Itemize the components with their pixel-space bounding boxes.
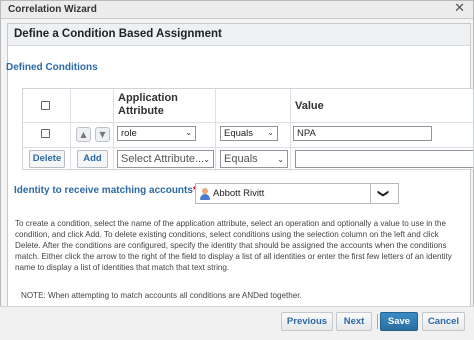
window-titlebar: Correlation Wizard ✕ — [1, 1, 473, 19]
identity-label-text: Identity to receive matching accounts — [14, 185, 193, 196]
row-value-input[interactable]: NPA — [293, 126, 432, 141]
row-operation-select[interactable]: Equals ⌄ — [220, 126, 278, 141]
identity-dropdown-arrow-icon[interactable]: ❯ — [377, 189, 390, 198]
save-button[interactable]: Save — [380, 312, 418, 331]
help-text: To create a condition, select the name o… — [15, 219, 452, 272]
defined-conditions-title: Defined Conditions — [6, 62, 98, 73]
row-value-text: NPA — [297, 128, 316, 139]
row-select-checkbox[interactable] — [41, 129, 50, 138]
cancel-button[interactable]: Cancel — [422, 312, 465, 331]
select-all-checkbox[interactable] — [41, 101, 50, 110]
attribute-column-header: Application Attribute — [118, 92, 178, 117]
chevron-down-icon: ⌄ — [277, 155, 284, 164]
move-down-icon[interactable]: ▼ — [95, 127, 110, 142]
new-operation-select[interactable]: Equals ⌄ — [220, 150, 288, 168]
delete-button[interactable]: Delete — [29, 150, 65, 168]
new-attribute-select[interactable]: Select Attribute... ⌄ — [117, 150, 214, 168]
add-button[interactable]: Add — [77, 150, 108, 168]
note-text: NOTE: When attempting to match accounts … — [21, 291, 302, 300]
row-operation-value: Equals — [224, 128, 254, 139]
identity-label: Identity to receive matching accounts* — [14, 185, 197, 196]
chevron-down-icon: ⌄ — [185, 128, 192, 137]
new-attribute-placeholder: Select Attribute... — [121, 153, 205, 165]
dialog-heading: Define a Condition Based Assignment — [8, 24, 470, 46]
value-column-header: Value — [295, 100, 324, 112]
next-button[interactable]: Next — [336, 312, 372, 331]
window-title: Correlation Wizard — [8, 4, 97, 15]
footer-separator — [377, 314, 378, 329]
identity-combobox[interactable]: Abbott Rivitt ❯ — [195, 183, 399, 204]
new-value-input[interactable] — [295, 150, 473, 168]
new-operation-value: Equals — [224, 153, 258, 165]
chevron-down-icon: ⌄ — [203, 155, 210, 164]
close-icon[interactable]: ✕ — [454, 2, 465, 16]
identity-selected-name: Abbott Rivitt — [213, 188, 265, 199]
conditions-table: Application Attribute Value ▲ ▼ role ⌄ E… — [22, 88, 474, 171]
correlation-wizard-window: Correlation Wizard ✕ Define a Condition … — [0, 0, 474, 340]
row-attribute-value: role — [121, 128, 137, 139]
previous-button[interactable]: Previous — [281, 312, 333, 331]
row-attribute-select[interactable]: role ⌄ — [117, 126, 196, 141]
person-icon — [200, 188, 210, 200]
combobox-divider — [370, 184, 371, 203]
chevron-down-icon: ⌄ — [267, 128, 274, 137]
move-up-icon[interactable]: ▲ — [76, 127, 91, 142]
